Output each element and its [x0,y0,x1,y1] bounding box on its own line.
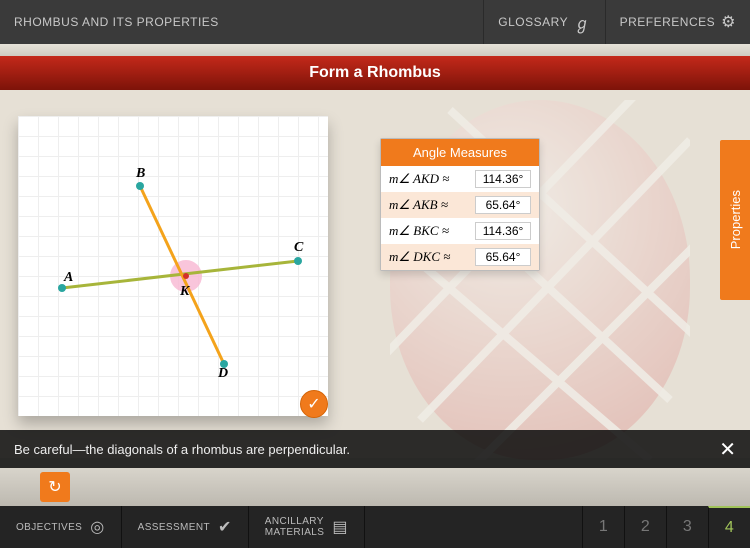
measure-label: m∠ AKD ≈ [389,171,449,187]
properties-label: Properties [728,190,743,249]
ancillary-button[interactable]: ANCILLARY MATERIALS ▤ [249,506,365,548]
close-icon[interactable]: ✕ [719,437,736,462]
activity-title: Form a Rhombus [309,64,441,82]
measure-label: m∠ BKC ≈ [389,223,449,239]
hint-text: Be careful—the diagonals of a rhombus ar… [14,442,350,457]
measure-row: m∠ AKB ≈ 65.64° [381,192,539,218]
gear-icon: ⚙ [721,12,736,32]
page-nav: 1 2 3 4 [582,506,750,548]
point-c[interactable] [294,257,302,265]
glossary-icon: ℊ [574,10,591,34]
shelf-divider [0,44,750,56]
page-3[interactable]: 3 [666,506,708,548]
objectives-label: OBJECTIVES [16,522,82,533]
assessment-button[interactable]: ASSESSMENT ✔ [122,506,249,548]
assessment-label: ASSESSMENT [138,522,210,533]
measure-value: 114.36° [475,222,531,240]
properties-tab[interactable]: Properties [720,140,750,300]
lesson-title: RHOMBUS AND ITS PROPERTIES [0,15,483,29]
doc-icon: ▤ [332,517,348,537]
measure-row: m∠ AKD ≈ 114.36° [381,166,539,192]
measures-header: Angle Measures [381,139,539,166]
target-icon: ◎ [90,517,104,537]
label-k: K [180,284,189,300]
diagram-svg [18,116,328,416]
measure-label: m∠ DKC ≈ [389,249,450,265]
reset-icon: ↻ [48,477,61,497]
label-c: C [294,240,303,256]
segment-bd[interactable] [140,186,224,364]
ancillary-label: ANCILLARY MATERIALS [265,516,325,538]
label-b: B [136,166,145,182]
bottom-bar: OBJECTIVES ◎ ASSESSMENT ✔ ANCILLARY MATE… [0,506,750,548]
point-b[interactable] [136,182,144,190]
glossary-label: GLOSSARY [498,15,568,29]
measure-row: m∠ DKC ≈ 65.64° [381,244,539,270]
check-icon: ✓ [307,394,320,414]
page-4[interactable]: 4 [708,506,750,548]
preferences-button[interactable]: PREFERENCES ⚙ [605,0,750,44]
measure-label: m∠ AKB ≈ [389,197,448,213]
objectives-button[interactable]: OBJECTIVES ◎ [0,506,122,548]
label-a: A [64,270,73,286]
hint-bar: Be careful—the diagonals of a rhombus ar… [0,430,750,468]
measure-value: 65.64° [475,248,531,266]
measure-value: 65.64° [475,196,531,214]
top-bar: RHOMBUS AND ITS PROPERTIES GLOSSARY ℊ PR… [0,0,750,44]
label-d: D [218,366,228,382]
tool-bar: ↻ [0,468,750,506]
page-2[interactable]: 2 [624,506,666,548]
page-1[interactable]: 1 [582,506,624,548]
activity-stage: A B C D K ✓ Angle Measures m∠ AKD ≈ 114.… [0,90,750,458]
point-k[interactable] [183,273,189,279]
reset-button[interactable]: ↻ [40,472,70,502]
activity-title-bar: Form a Rhombus [0,56,750,90]
submit-check-button[interactable]: ✓ [300,390,328,418]
glossary-button[interactable]: GLOSSARY ℊ [483,0,604,44]
preferences-label: PREFERENCES [620,15,716,29]
measure-row: m∠ BKC ≈ 114.36° [381,218,539,244]
angle-measures-panel: Angle Measures m∠ AKD ≈ 114.36° m∠ AKB ≈… [380,138,540,271]
geometry-plot[interactable]: A B C D K [18,116,328,416]
measure-value: 114.36° [475,170,531,188]
check-icon: ✔ [218,517,232,537]
